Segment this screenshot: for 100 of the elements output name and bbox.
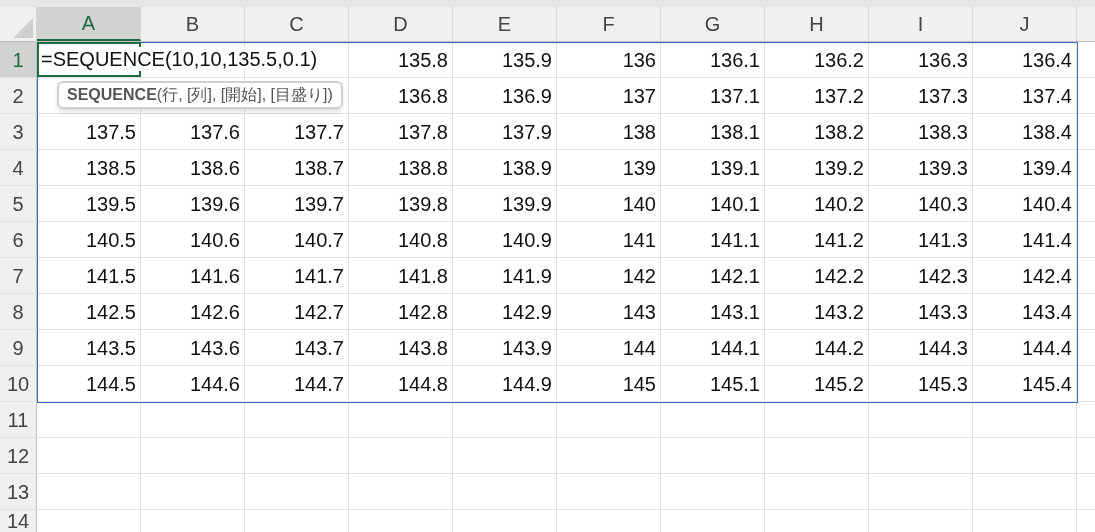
cell-value: 141.6 (189, 263, 240, 289)
cell-value: 140.2 (813, 191, 864, 217)
cell-value: 143 (622, 299, 656, 325)
cell-value: 145.4 (1021, 371, 1072, 397)
column-header[interactable]: E (453, 7, 557, 41)
cell-value: 140.6 (189, 227, 240, 253)
cell-value: 137.7 (293, 119, 344, 145)
cell-value: 143.7 (293, 335, 344, 361)
cell-value: 144.6 (189, 371, 240, 397)
row-header[interactable]: 11 (0, 402, 37, 437)
cell-value: 138.3 (917, 119, 968, 145)
cell-value: 139.6 (189, 191, 240, 217)
cell-value: 141.9 (501, 263, 552, 289)
column-header[interactable]: H (765, 7, 869, 41)
cell-value: 138.1 (709, 119, 760, 145)
cell-value: 142.5 (85, 299, 136, 325)
cell-value: 144.7 (293, 371, 344, 397)
column-header[interactable]: D (349, 7, 453, 41)
column-header[interactable]: A (37, 7, 141, 41)
cell-value: 138.2 (813, 119, 864, 145)
cell-value: 141.4 (1021, 227, 1072, 253)
cell-value: 136.3 (917, 47, 968, 73)
cell-value: 145 (622, 371, 656, 397)
cell-value: 141.5 (85, 263, 136, 289)
cell-value: 137 (622, 83, 656, 109)
cell-value: 139 (622, 155, 656, 181)
cell-value: 138.5 (85, 155, 136, 181)
cell-value: 144.2 (813, 335, 864, 361)
row-header[interactable]: 3 (0, 114, 37, 149)
cell-value: 137.8 (397, 119, 448, 145)
row-header[interactable]: 7 (0, 258, 37, 293)
cell-value: 136 (622, 47, 656, 73)
row-header[interactable]: 14 (0, 510, 37, 532)
cell-value: 143.2 (813, 299, 864, 325)
cell-value: 144.5 (85, 371, 136, 397)
row-header[interactable]: 1 (0, 42, 37, 77)
cell-value: 139.5 (85, 191, 136, 217)
cell-value: 138.9 (501, 155, 552, 181)
cell-value: 141.8 (397, 263, 448, 289)
cell-value: 137.6 (189, 119, 240, 145)
row-header[interactable]: 4 (0, 150, 37, 185)
cell-value: 143.9 (501, 335, 552, 361)
row-header[interactable]: 13 (0, 474, 37, 509)
cell-value: 141.1 (709, 227, 760, 253)
row-header[interactable]: 5 (0, 186, 37, 221)
cell-value: 144.4 (1021, 335, 1072, 361)
cell-value: 143.6 (189, 335, 240, 361)
cell-value: 143.8 (397, 335, 448, 361)
cell-value: 144.1 (709, 335, 760, 361)
cell-value: 140 (622, 191, 656, 217)
cell-value: 140.9 (501, 227, 552, 253)
cell-value: 143.3 (917, 299, 968, 325)
cell-value: 144.9 (501, 371, 552, 397)
row-header[interactable]: 10 (0, 366, 37, 401)
cell-value: 142.6 (189, 299, 240, 325)
cell-value: 138.8 (397, 155, 448, 181)
cell-value: 139.3 (917, 155, 968, 181)
cell-value: 144.8 (397, 371, 448, 397)
cell-value: 143.5 (85, 335, 136, 361)
cell-value: 136.1 (709, 47, 760, 73)
cell-value: 144.3 (917, 335, 968, 361)
cell-value: 142 (622, 263, 656, 289)
row-header[interactable]: 9 (0, 330, 37, 365)
cell-value: 142.9 (501, 299, 552, 325)
cell-value: 137.1 (709, 83, 760, 109)
cell-value: 140.5 (85, 227, 136, 253)
cell-value: 139.7 (293, 191, 344, 217)
cell-value: 136.9 (501, 83, 552, 109)
cell-value: 141 (622, 227, 656, 253)
cell-value: 135.8 (397, 47, 448, 73)
cell-value: 143.4 (1021, 299, 1072, 325)
cell-value: 142.3 (917, 263, 968, 289)
cell-value: 142.1 (709, 263, 760, 289)
cell-value: 137.2 (813, 83, 864, 109)
cell-value: 137.9 (501, 119, 552, 145)
cell-value: 137.5 (85, 119, 136, 145)
cell-value: 137.4 (1021, 83, 1072, 109)
row-header[interactable]: 2 (0, 78, 37, 113)
cell-value: 138 (622, 119, 656, 145)
column-header[interactable]: G (661, 7, 765, 41)
triangle-icon (13, 18, 33, 38)
cell-value: 140.4 (1021, 191, 1072, 217)
column-header[interactable]: J (973, 7, 1077, 41)
column-header[interactable]: F (557, 7, 661, 41)
cell-value: 145.3 (917, 371, 968, 397)
cell-value: 139.4 (1021, 155, 1072, 181)
row-header[interactable]: 6 (0, 222, 37, 257)
column-header[interactable]: C (245, 7, 349, 41)
row-header[interactable]: 8 (0, 294, 37, 329)
formula-tooltip: SEQUENCE(行, [列], [開始], [目盛り]) (57, 81, 343, 109)
row-header[interactable]: 12 (0, 438, 37, 473)
cell-value: 143.1 (709, 299, 760, 325)
cell-value: 136.4 (1021, 47, 1072, 73)
column-header[interactable]: B (141, 7, 245, 41)
column-header[interactable]: I (869, 7, 973, 41)
cell-value: 140.7 (293, 227, 344, 253)
cell-value: 137.3 (917, 83, 968, 109)
cell-value: 140.1 (709, 191, 760, 217)
cell-value: 138.6 (189, 155, 240, 181)
cell-value: 139.2 (813, 155, 864, 181)
